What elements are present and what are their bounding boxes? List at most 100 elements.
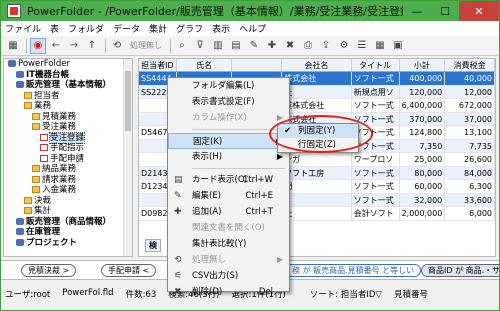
context-menu-item[interactable]: 表示書式設定(F) bbox=[168, 94, 289, 110]
relation-chip[interactable]: 手配申請 < bbox=[101, 264, 157, 277]
chart-icon[interactable]: ▥ bbox=[210, 38, 226, 54]
table-cell[interactable]: 12,000 bbox=[445, 85, 495, 98]
close-button[interactable]: ✕ bbox=[459, 1, 499, 21]
context-menu-item[interactable]: フォルダ編集(L) bbox=[168, 78, 289, 94]
tree-node[interactable]: 集計 bbox=[4, 206, 132, 217]
filter-icon[interactable]: ⊽ bbox=[192, 38, 208, 54]
tree-node[interactable]: プロジェクト bbox=[4, 238, 132, 249]
relation-condition-chip[interactable]: 商品ID が 商品.・サ bbox=[421, 264, 499, 277]
table-cell[interactable]: 6,000 bbox=[445, 207, 495, 220]
context-menu-item[interactable]: ✚ 追加(A) Ctrl+T bbox=[168, 204, 289, 220]
grid-search-tab[interactable]: 検 bbox=[145, 239, 161, 252]
table-cell[interactable]: 370,000 bbox=[400, 112, 446, 125]
table-cell[interactable]: ソフト一式 bbox=[352, 166, 400, 179]
tree-node[interactable]: 見積業務 bbox=[4, 112, 132, 123]
column-header-name[interactable]: 氏名 bbox=[177, 59, 233, 71]
back-icon[interactable]: ← bbox=[48, 38, 64, 54]
card-icon[interactable]: ▤ bbox=[228, 38, 244, 54]
table-cell[interactable]: 80,000 bbox=[400, 166, 446, 179]
table-cell[interactable]: 37,000 bbox=[445, 112, 495, 125]
print-icon[interactable]: ⎙ bbox=[300, 38, 316, 54]
calendar-icon[interactable]: ▣ bbox=[390, 38, 406, 54]
process-icon[interactable]: ⟲ bbox=[109, 38, 125, 54]
menu-help[interactable]: ヘルプ bbox=[239, 22, 266, 35]
table-cell[interactable]: 社 bbox=[282, 85, 352, 98]
context-menu-item[interactable]: ✖ 削除(D) Del bbox=[168, 284, 289, 300]
table-cell[interactable]: 7,735 bbox=[445, 139, 495, 152]
tree-node[interactable]: IT機器台帳 bbox=[4, 70, 132, 81]
list-icon[interactable]: ☰ bbox=[354, 38, 370, 54]
tree-node[interactable]: 請求業務 bbox=[4, 175, 132, 186]
relation-condition-chip[interactable]: 務 が 販売商品.見積番号 と等しい bbox=[285, 264, 422, 277]
search-icon[interactable]: ⌕ bbox=[174, 38, 190, 54]
table-cell[interactable]: 会計ソフト bbox=[352, 207, 400, 220]
column-header-tax[interactable]: 消費税金 bbox=[445, 59, 495, 71]
table-icon[interactable]: ▦ bbox=[372, 38, 388, 54]
column-header-subtotal[interactable]: 小計 bbox=[400, 59, 446, 71]
tree-node[interactable]: 担当者 bbox=[4, 91, 132, 102]
menu-file[interactable]: ファイル bbox=[5, 22, 41, 35]
tree-node[interactable]: 在庫管理 bbox=[4, 227, 132, 238]
maximize-button[interactable]: ☐ bbox=[431, 1, 459, 21]
relation-chip[interactable]: 見積決裁 > bbox=[21, 264, 77, 277]
table-cell[interactable]: ソフト一式 bbox=[352, 99, 400, 112]
tree-node[interactable]: 受注登録 bbox=[4, 131, 132, 144]
table-cell[interactable]: 株式会社 bbox=[282, 72, 352, 85]
column-header-title[interactable]: タイトル bbox=[352, 59, 400, 71]
column-header-company[interactable]: 会社名 bbox=[282, 59, 352, 71]
tree-node[interactable]: 業務 bbox=[4, 101, 132, 112]
table-cell[interactable]: ソフト一式 bbox=[352, 180, 400, 193]
tree-node[interactable]: 販売管理（基本情報） bbox=[4, 80, 132, 91]
tree-node[interactable]: 手配申請 bbox=[4, 154, 132, 165]
column-header-blank[interactable] bbox=[232, 59, 283, 71]
table-cell[interactable]: 33,600 bbox=[445, 193, 495, 206]
tree-node[interactable]: PowerFolder bbox=[4, 59, 132, 70]
tree-node[interactable]: 手配指示 bbox=[4, 143, 132, 154]
context-menu-item[interactable]: ⚟ CSV出力(S) bbox=[168, 268, 289, 284]
column-header-staff-id[interactable]: 担当者ID bbox=[139, 59, 177, 71]
menu-data[interactable]: データ bbox=[113, 22, 140, 35]
edit-icon[interactable]: ✎ bbox=[246, 38, 262, 54]
menu-graph[interactable]: グラフ bbox=[176, 22, 203, 35]
forward-icon[interactable]: → bbox=[66, 38, 82, 54]
table-cell[interactable]: 7,350 bbox=[400, 139, 446, 152]
table-cell[interactable]: 40,000 bbox=[445, 72, 495, 85]
context-menu-item[interactable]: ✎ 編集(E) Ctrl+E bbox=[168, 188, 289, 204]
table-cell[interactable]: 門 bbox=[282, 180, 352, 193]
table-cell[interactable]: 業株式会社 bbox=[282, 99, 352, 112]
tree-scrollbar[interactable] bbox=[123, 59, 132, 256]
menu-view[interactable]: 表示 bbox=[212, 22, 230, 35]
eye-icon[interactable]: ◉ bbox=[30, 37, 46, 54]
table-cell[interactable]: 新規点用ソ bbox=[352, 85, 400, 98]
table-cell[interactable]: 社 bbox=[282, 207, 352, 220]
tree-node[interactable]: 入金業務 bbox=[4, 185, 132, 196]
export-icon[interactable]: ⇪ bbox=[318, 38, 334, 54]
table-cell[interactable]: ワープロソ bbox=[352, 153, 400, 166]
settings-icon[interactable]: ⚙ bbox=[336, 38, 352, 54]
table-cell[interactable]: 84,000 bbox=[445, 166, 495, 179]
up-icon[interactable]: ↑ bbox=[84, 38, 100, 54]
table-cell[interactable]: 124,800 bbox=[400, 126, 446, 139]
tree-node[interactable]: 納品業務 bbox=[4, 164, 132, 175]
table-cell[interactable]: ソフト一式 bbox=[352, 193, 400, 206]
menu-aggregate[interactable]: 集計 bbox=[149, 22, 167, 35]
table-cell[interactable]: ソフト工房 bbox=[282, 166, 352, 179]
add-icon[interactable]: ✚ bbox=[264, 38, 280, 54]
table-cell[interactable]: ンガ bbox=[282, 153, 352, 166]
table-cell[interactable]: 400,000 bbox=[400, 72, 446, 85]
table-cell[interactable]: ソフト一式 bbox=[352, 72, 400, 85]
context-menu-item[interactable]: 集計表比較(Y) bbox=[168, 236, 289, 252]
grid-view-icon[interactable]: ▦ bbox=[5, 38, 21, 54]
table-cell[interactable]: 672,000 bbox=[445, 99, 495, 112]
table-cell[interactable]: 25,000 bbox=[400, 153, 446, 166]
context-menu-item[interactable]: ▤ カード表示(C) Ctrl+W bbox=[168, 172, 289, 188]
no-process-button[interactable]: 処理無し bbox=[127, 38, 165, 54]
folder-tree[interactable]: PowerFolder IT機器台帳 販売管理（基本情報） 担当者 業務 見積業務 受注業務… bbox=[3, 58, 133, 257]
menu-table[interactable]: 表 bbox=[50, 22, 59, 35]
context-menu-item[interactable]: 表示(H) ▶ bbox=[168, 149, 289, 165]
table-cell[interactable]: 13,100 bbox=[445, 126, 495, 139]
table-cell[interactable]: 2,000,000 bbox=[400, 207, 446, 220]
tree-scroll-thumb[interactable] bbox=[125, 71, 131, 131]
menu-folder[interactable]: フォルダ bbox=[68, 22, 104, 35]
table-cell[interactable]: 6,400,000 bbox=[400, 99, 446, 112]
